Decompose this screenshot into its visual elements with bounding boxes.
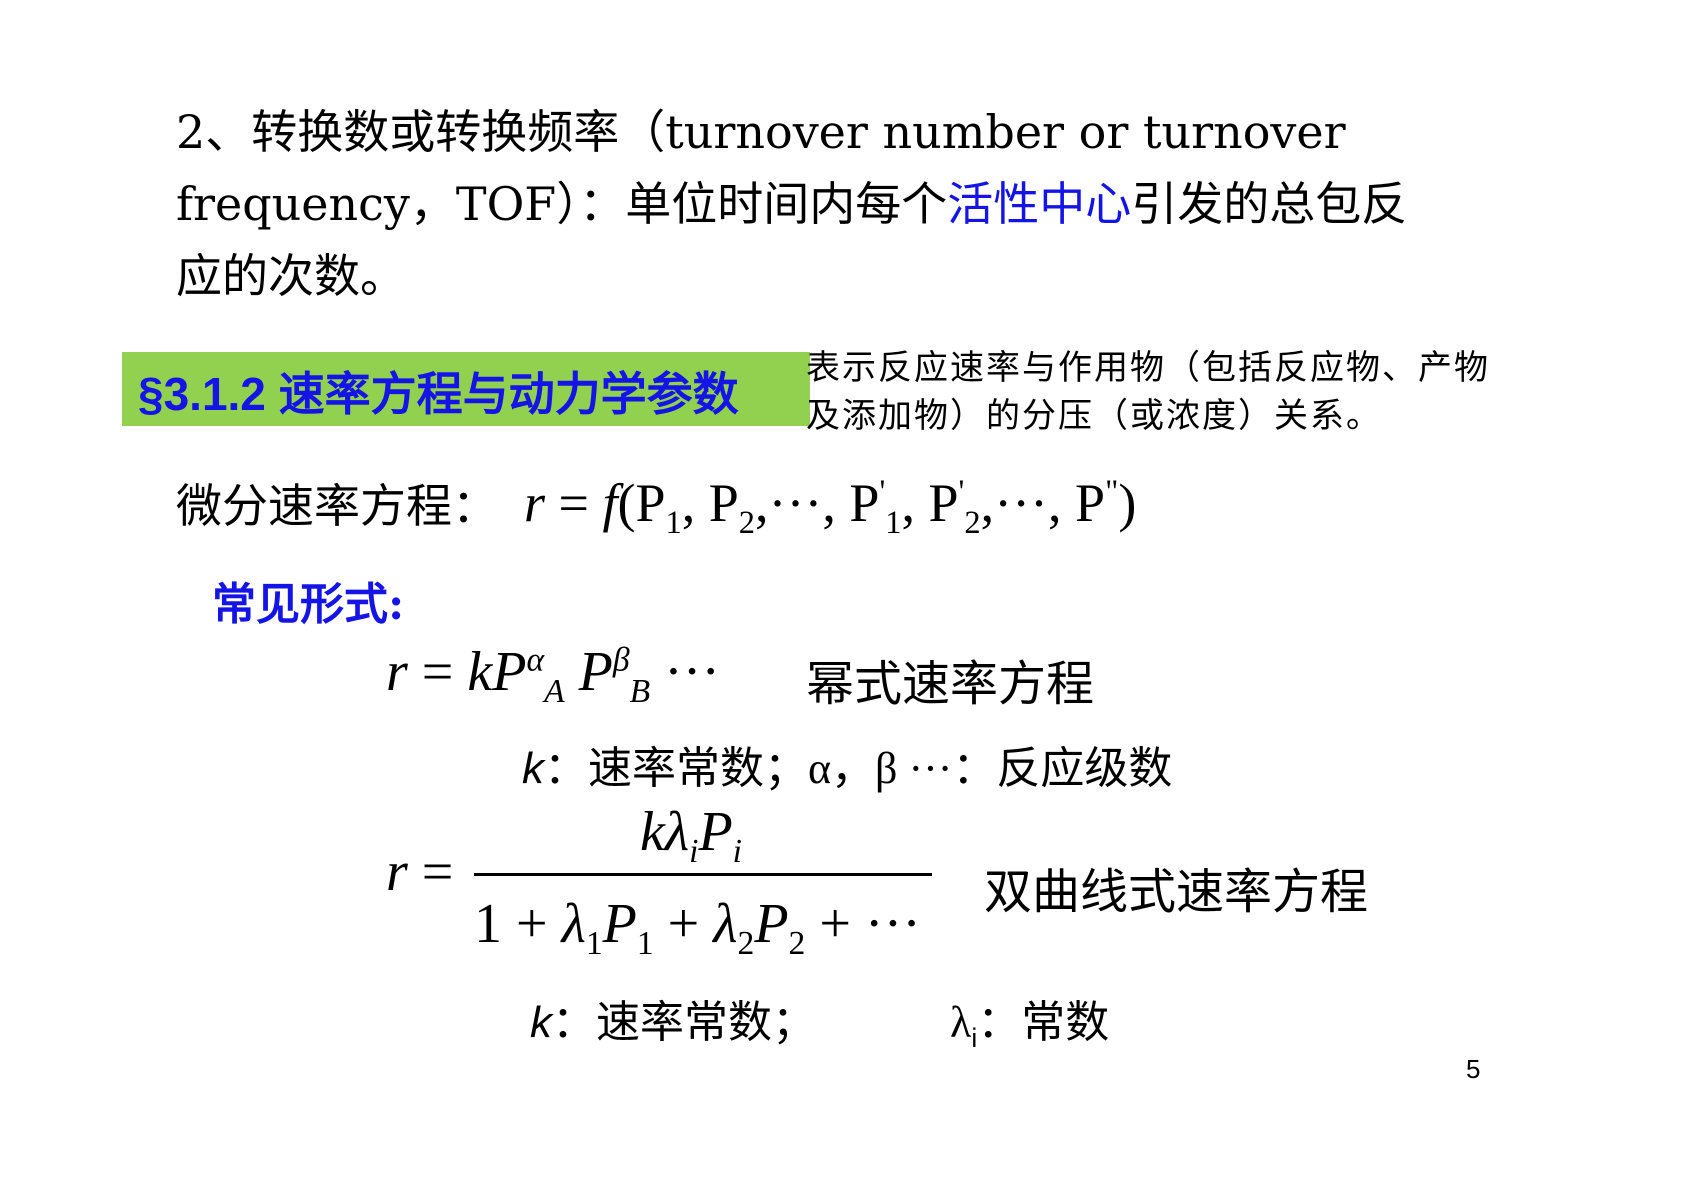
power-law-description: k：速率常数；α，β ···：反应级数: [522, 732, 1172, 796]
power-law-label: 幂式速率方程: [806, 656, 1095, 712]
power-law-equation: r = kPαA PβB ···: [386, 641, 721, 711]
hyperbolic-description: k：速率常数；: [530, 986, 816, 1050]
paragraph-line-1: 2、转换数或转换频率（turnover number or turnover: [176, 105, 1346, 159]
page-number: 5: [1466, 1054, 1481, 1084]
hyperbolic-equation-numerator: kλiPi: [640, 801, 743, 871]
section-note-line-1: 表示反应速率与作用物（包括反应物、产物: [806, 348, 1490, 388]
section-heading-banner: §3.1.2 速率方程与动力学参数: [122, 352, 810, 426]
lambda-desc: ：常数: [977, 997, 1110, 1048]
rate-constant-desc: ：速率常数；: [544, 743, 808, 794]
differential-rate-equation-label: 微分速率方程：: [176, 479, 498, 533]
rate-constant-desc-2: ：速率常数；: [552, 997, 816, 1048]
rate-constant-symbol: k: [522, 744, 544, 793]
reaction-order-symbols: α，β ···: [808, 744, 953, 793]
fraction-bar: [474, 873, 932, 876]
section-note: 表示反应速率与作用物（包括反应物、产物 及添加物）的分压（或浓度）关系。: [806, 344, 1606, 440]
rate-constant-symbol-2: k: [530, 998, 552, 1047]
section-heading: §3.1.2 速率方程与动力学参数: [138, 368, 739, 420]
hyperbolic-label: 双曲线式速率方程: [984, 864, 1369, 920]
common-forms-heading: 常见形式:: [212, 579, 405, 630]
hyperbolic-equation-denominator: 1 + λ1P1 + λ2P2 + ···: [474, 893, 921, 963]
active-center-term: 活性中心: [947, 177, 1132, 231]
paragraph-line-2-end: 引发的总包反: [1131, 177, 1408, 231]
reaction-order-desc: ：反应级数: [952, 743, 1173, 794]
paragraph-line-3: 应的次数。: [176, 249, 406, 303]
paragraph-line-2: frequency，TOF）：单位时间内每个活性中心引发的总包反: [176, 168, 1506, 240]
tof-paragraph: 2、转换数或转换频率（turnover number or turnover f…: [176, 96, 1506, 312]
lambda-symbol: λ: [950, 998, 972, 1047]
hyperbolic-equation-lhs: r =: [386, 841, 454, 903]
differential-rate-equation: r = f(P1, P2,···, P'1, P'2,···, P"): [524, 473, 1137, 541]
paragraph-line-2-start: frequency，TOF）：单位时间内每个: [176, 177, 948, 231]
section-note-line-2: 及添加物）的分压（或浓度）关系。: [806, 396, 1382, 436]
lambda-description: λi：常数: [950, 986, 1109, 1054]
